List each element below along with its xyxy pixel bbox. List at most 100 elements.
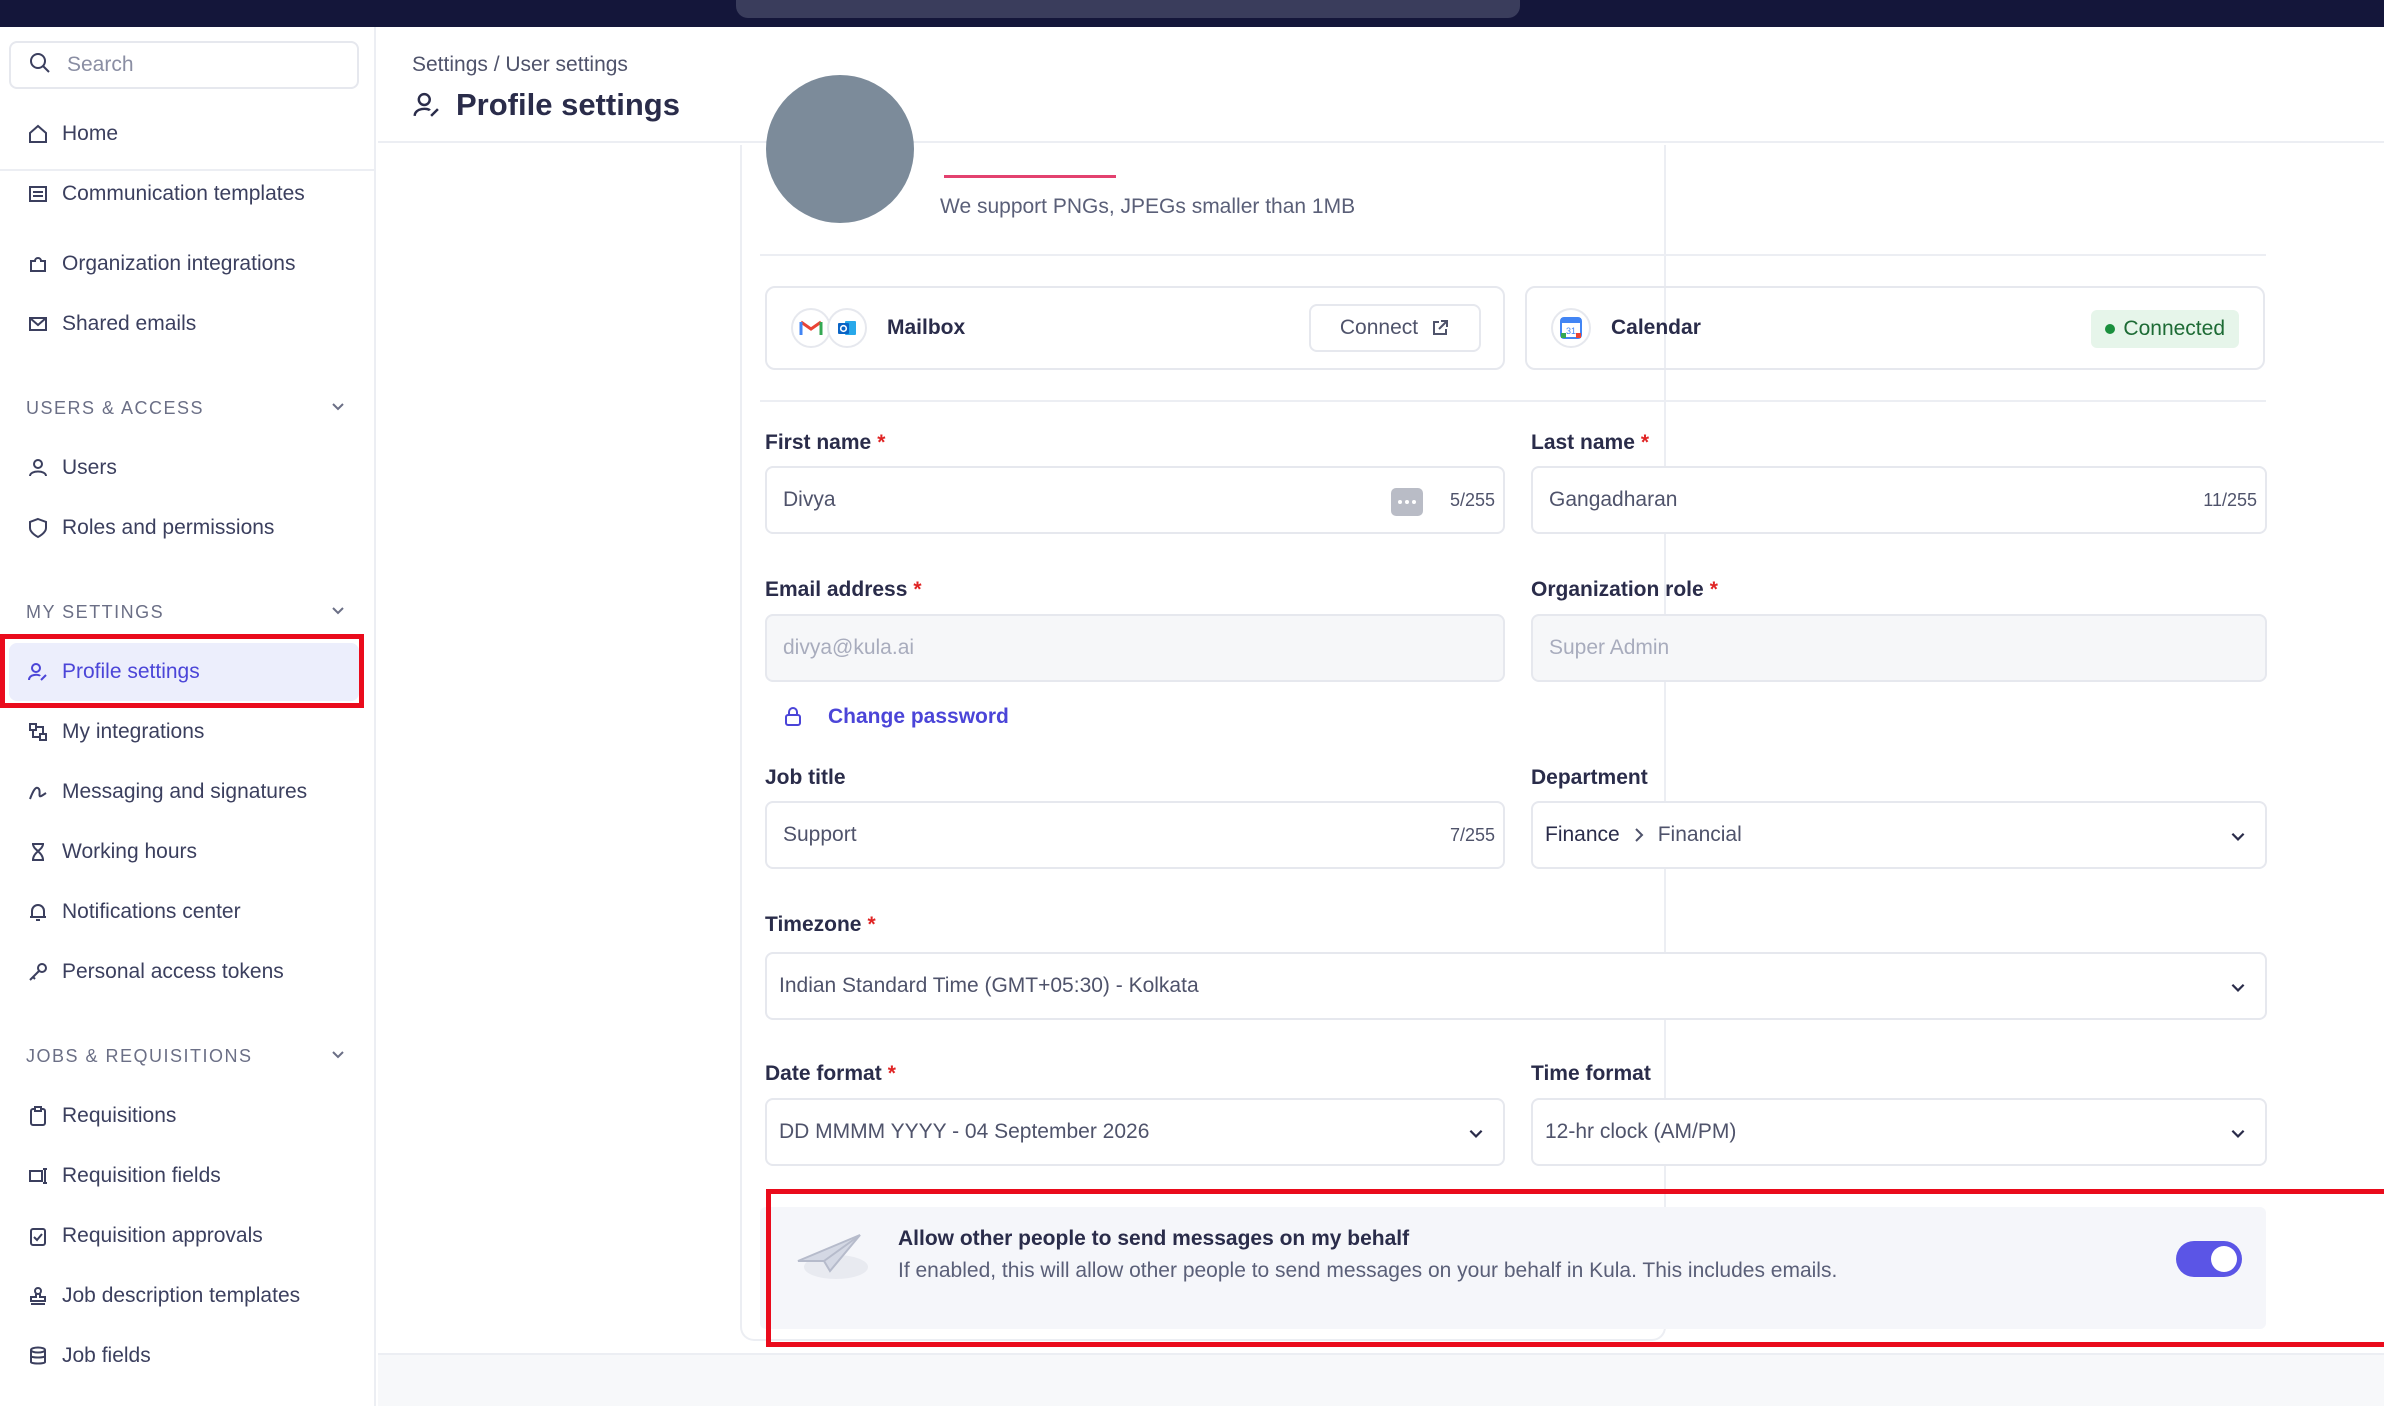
job-title-field[interactable]: Support 7/255 <box>765 801 1505 869</box>
sidebar-item-label: Users <box>62 456 117 479</box>
database-icon <box>25 1343 51 1369</box>
chevron-down-icon <box>1467 1124 1485 1148</box>
puzzle-icon <box>25 251 51 277</box>
sidebar-item-job-description-templates[interactable]: Job description templates <box>9 1267 359 1325</box>
sidebar-item-requisitions[interactable]: Requisitions <box>9 1087 359 1145</box>
sidebar: Search Home Communication templates Orga… <box>0 27 376 1406</box>
time-format-select[interactable]: 12-hr clock (AM/PM) <box>1531 1098 2267 1166</box>
sidebar-item-label: Home <box>62 122 119 145</box>
page-title-text: Profile settings <box>456 87 680 122</box>
search-icon <box>29 52 51 79</box>
date-format-label: Date format * <box>765 1062 896 1085</box>
department-label: Department <box>1531 766 1648 789</box>
job-title-value: Support <box>783 823 857 846</box>
last-name-field[interactable]: Gangadharan 11/255 <box>1531 466 2267 534</box>
section-my-settings[interactable]: MY SETTINGS <box>26 597 346 627</box>
mail-icon <box>25 311 51 337</box>
sidebar-item-home[interactable]: Home <box>9 105 359 163</box>
template-icon <box>25 181 51 207</box>
sidebar-item-label: Requisition fields <box>62 1164 221 1187</box>
email-field: divya@kula.ai <box>765 614 1505 682</box>
email-value: divya@kula.ai <box>783 636 915 659</box>
sidebar-item-label: Requisitions <box>62 1104 177 1127</box>
connect-label: Connect <box>1339 316 1419 339</box>
org-role-field: Super Admin <box>1531 614 2267 682</box>
sidebar-item-working-hours[interactable]: Working hours <box>9 823 359 881</box>
sidebar-item-label: Organization integrations <box>62 252 296 275</box>
sidebar-item-communication-templates[interactable]: Communication templates <box>9 175 359 213</box>
highlight-box-sidebar <box>0 634 364 708</box>
sidebar-item-organization-integrations[interactable]: Organization integrations <box>9 235 359 293</box>
mailbox-label: Mailbox <box>887 316 966 339</box>
user-edit-icon <box>412 90 442 120</box>
email-label: Email address * <box>765 578 922 601</box>
org-role-value: Super Admin <box>1549 636 1670 659</box>
hourglass-icon <box>25 839 51 865</box>
calendar-icon-text: 31 <box>1566 326 1576 336</box>
chevron-down-icon <box>330 398 346 419</box>
password-manager-icon[interactable] <box>1391 488 1423 516</box>
section-users-access[interactable]: USERS & ACCESS <box>26 393 346 423</box>
upload-link-underline[interactable] <box>944 175 1116 178</box>
date-format-select[interactable]: DD MMMM YYYY - 04 September 2026 <box>765 1098 1505 1166</box>
home-icon <box>25 121 51 147</box>
sidebar-item-label: Personal access tokens <box>62 960 284 983</box>
bell-icon <box>25 899 51 925</box>
page-header: Settings / User settings Profile setting… <box>378 27 2384 143</box>
date-format-value: DD MMMM YYYY - 04 September 2026 <box>779 1120 1150 1143</box>
sidebar-item-personal-access-tokens[interactable]: Personal access tokens <box>9 943 359 1001</box>
sidebar-item-users[interactable]: Users <box>9 439 359 497</box>
sidebar-item-label: My integrations <box>62 720 205 743</box>
sidebar-item-label: Requisition approvals <box>62 1224 263 1247</box>
mailbox-connect-button[interactable]: Connect <box>1309 304 1481 352</box>
job-title-counter: 7/255 <box>1449 825 1495 845</box>
page-title: Profile settings <box>412 87 680 123</box>
address-pill[interactable] <box>736 0 1520 18</box>
calendar-label: Calendar <box>1611 316 1701 339</box>
gmail-icon <box>791 308 831 348</box>
sidebar-item-requisition-fields[interactable]: Requisition fields <box>9 1147 359 1205</box>
time-format-label: Time format <box>1531 1062 1651 1085</box>
timezone-select[interactable]: Indian Standard Time (GMT+05:30) - Kolka… <box>765 952 2267 1020</box>
highlight-box-behalf <box>766 1189 2384 1347</box>
sidebar-item-requisition-approvals[interactable]: Requisition approvals <box>9 1207 359 1265</box>
search-input[interactable]: Search <box>9 41 359 89</box>
sidebar-item-job-fields[interactable]: Job fields <box>9 1327 359 1385</box>
sidebar-item-roles-permissions[interactable]: Roles and permissions <box>9 499 359 557</box>
user-icon <box>25 455 51 481</box>
shield-icon <box>25 515 51 541</box>
department-select[interactable]: Finance Financial <box>1531 801 2267 869</box>
change-password-link[interactable]: Change password <box>828 705 1009 729</box>
breadcrumb[interactable]: Settings / User settings <box>412 53 628 77</box>
time-format-value: 12-hr clock (AM/PM) <box>1545 1120 1737 1143</box>
calendar-integration: 31 Calendar Connected <box>1525 286 2265 370</box>
chevron-down-icon <box>330 1046 346 1067</box>
section-jobs-requisitions[interactable]: JOBS & REQUISITIONS <box>26 1041 346 1071</box>
sidebar-item-notifications-center[interactable]: Notifications center <box>9 883 359 941</box>
chevron-down-icon <box>2229 1124 2247 1148</box>
sidebar-divider <box>0 169 374 171</box>
chevron-down-icon <box>2229 827 2247 851</box>
fields-icon <box>25 1163 51 1189</box>
org-role-label: Organization role * <box>1531 578 1718 601</box>
clipboard-check-icon <box>25 1223 51 1249</box>
top-bar <box>0 0 2384 27</box>
sidebar-item-my-integrations[interactable]: My integrations <box>9 703 359 761</box>
avatar[interactable] <box>766 75 914 223</box>
mailbox-integration: Mailbox Connect <box>765 286 1505 370</box>
stamp-icon <box>25 1283 51 1309</box>
sidebar-item-messaging-signatures[interactable]: Messaging and signatures <box>9 763 359 821</box>
integrations-icon <box>25 719 51 745</box>
sidebar-item-shared-emails[interactable]: Shared emails <box>9 295 359 353</box>
signature-icon <box>25 779 51 805</box>
job-title-label: Job title <box>765 766 846 789</box>
section-label: USERS & ACCESS <box>26 397 205 418</box>
section-label: JOBS & REQUISITIONS <box>26 1045 253 1066</box>
department-parent: Finance <box>1545 823 1620 846</box>
clipboard-icon <box>25 1103 51 1129</box>
sidebar-item-label: Communication templates <box>62 182 305 205</box>
last-name-counter: 11/255 <box>2203 490 2257 510</box>
bottom-band <box>378 1353 2384 1406</box>
first-name-field[interactable]: Divya 5/255 <box>765 466 1505 534</box>
department-child: Financial <box>1657 823 1742 846</box>
